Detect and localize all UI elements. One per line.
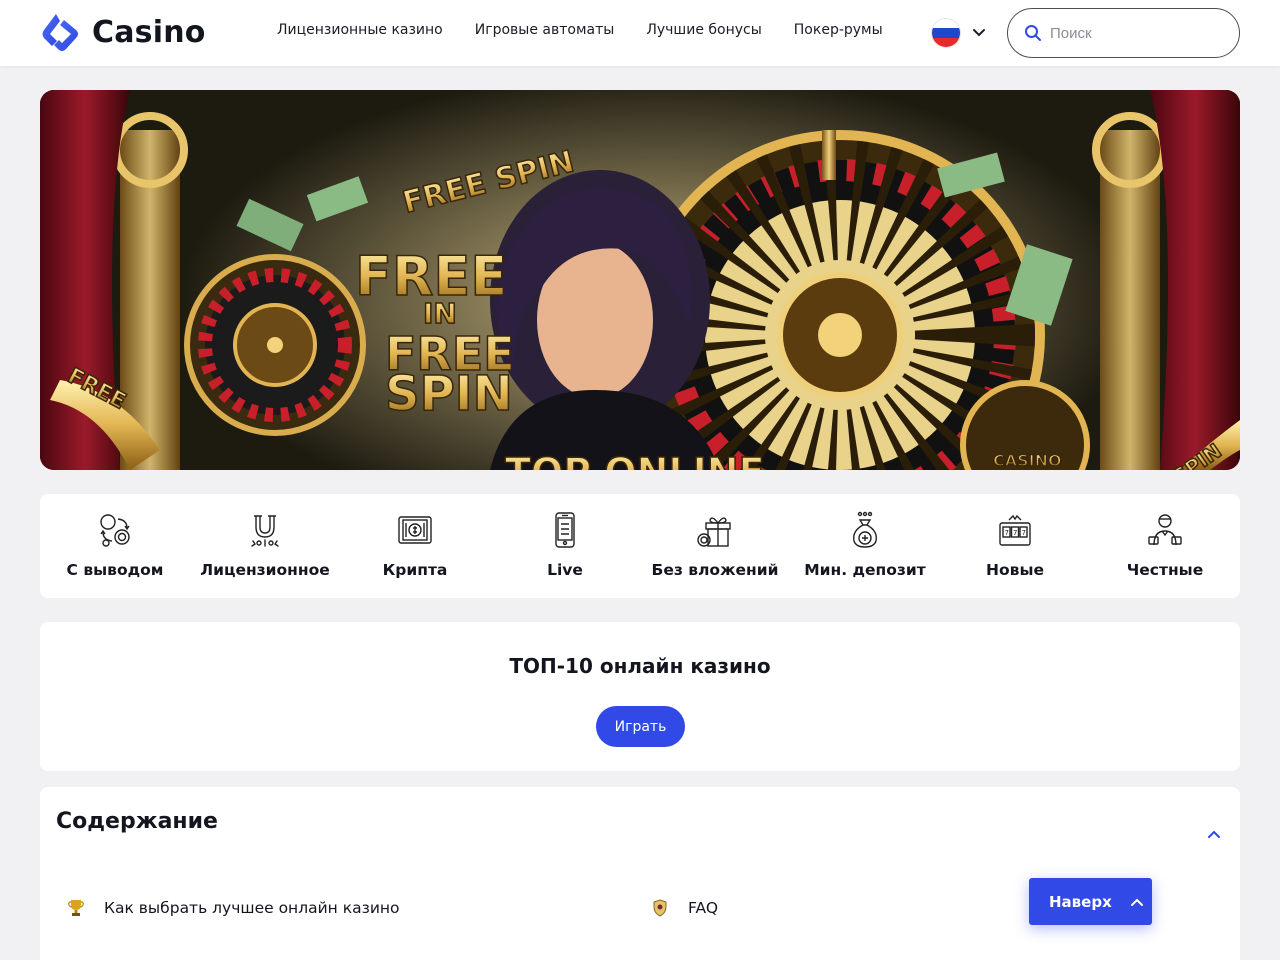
horseshoe-icon bbox=[251, 515, 279, 547]
svg-text:7: 7 bbox=[1005, 529, 1009, 537]
nav-poker-rooms[interactable]: Покер-румы bbox=[794, 22, 883, 38]
promo-banner[interactable]: FREE SPIN FREE IN FREE SPIN TOP ONLINE F… bbox=[40, 90, 1240, 470]
category-licensed[interactable]: Лицензионное bbox=[190, 494, 340, 598]
site-header: Casino Лицензионные казино Игровые автом… bbox=[0, 0, 1280, 66]
back-to-top-button[interactable]: Наверх bbox=[1029, 878, 1152, 925]
toc-item-label: Как выбрать лучшее онлайн казино bbox=[104, 899, 400, 917]
nav-best-bonuses[interactable]: Лучшие бонусы bbox=[646, 22, 761, 38]
shield-icon bbox=[653, 899, 667, 917]
nav-slot-machines[interactable]: Игровые автоматы bbox=[475, 22, 615, 38]
search-icon bbox=[1025, 25, 1041, 41]
top10-title: ТОП-10 онлайн казино bbox=[509, 654, 771, 678]
trophy-icon bbox=[68, 900, 84, 916]
russia-flag-icon bbox=[932, 19, 960, 47]
category-min-deposit[interactable]: Мин. депозит bbox=[790, 494, 940, 598]
category-label: Live bbox=[547, 561, 583, 579]
gift-icon bbox=[697, 517, 731, 547]
dealer-icon bbox=[1148, 514, 1182, 546]
category-label: С выводом bbox=[66, 561, 164, 579]
category-fair[interactable]: Честные bbox=[1090, 494, 1240, 598]
svg-text:7: 7 bbox=[1022, 529, 1026, 537]
category-label: Лицензионное bbox=[200, 561, 330, 579]
search-input[interactable] bbox=[1050, 24, 1220, 42]
toc-title: Содержание bbox=[56, 809, 218, 834]
svg-text:7: 7 bbox=[1013, 529, 1017, 537]
toc-item-how-to-choose[interactable]: Как выбрать лучшее онлайн казино bbox=[68, 899, 400, 917]
top10-section: ТОП-10 онлайн казино Играть bbox=[40, 622, 1240, 771]
category-label: Крипта bbox=[382, 561, 448, 579]
category-new[interactable]: 7 7 7 Новые bbox=[940, 494, 1090, 598]
language-selector[interactable] bbox=[932, 19, 986, 47]
category-label: Без вложений bbox=[651, 561, 779, 579]
table-of-contents: Содержание Как выбрать лучшее онлайн каз… bbox=[40, 787, 1240, 960]
chevron-down-icon bbox=[973, 29, 985, 37]
category-no-deposit[interactable]: Без вложений bbox=[640, 494, 790, 598]
category-label: Новые bbox=[986, 561, 1044, 579]
category-with-withdrawal[interactable]: С выводом bbox=[40, 494, 190, 598]
banner-text-in: IN bbox=[423, 297, 457, 330]
category-bar: С выводом Лицензионное Крипта Live Без в… bbox=[40, 494, 1240, 598]
banner-text-casino: CASINO bbox=[993, 451, 1062, 470]
banner-text-top-online: TOP ONLINE bbox=[505, 450, 765, 470]
category-crypto[interactable]: Крипта bbox=[340, 494, 490, 598]
toc-item-faq[interactable]: FAQ bbox=[652, 899, 718, 917]
banner-text-spin: SPIN bbox=[385, 366, 513, 422]
search-box[interactable] bbox=[1007, 8, 1240, 58]
logo-icon bbox=[42, 14, 78, 51]
toc-item-label: FAQ bbox=[688, 899, 719, 917]
chevron-up-icon bbox=[1130, 898, 1143, 906]
logo-text: Casino bbox=[92, 14, 206, 50]
coins-exchange-icon bbox=[100, 514, 130, 547]
money-bag-icon bbox=[853, 511, 877, 548]
back-to-top-label: Наверх bbox=[1049, 892, 1112, 911]
banner-illustration: FREE SPIN FREE IN FREE SPIN TOP ONLINE F… bbox=[40, 90, 1240, 470]
cash-icon bbox=[398, 516, 432, 544]
category-label: Мин. депозит bbox=[804, 561, 926, 579]
site-logo[interactable]: Casino bbox=[40, 12, 206, 52]
main-nav: Лицензионные казино Игровые автоматы Луч… bbox=[277, 22, 915, 38]
category-live[interactable]: Live bbox=[490, 494, 640, 598]
chevron-up-icon[interactable] bbox=[1207, 829, 1221, 839]
mobile-phone-icon bbox=[555, 512, 575, 548]
category-label: Честные bbox=[1126, 561, 1204, 579]
play-button[interactable]: Играть bbox=[596, 706, 685, 747]
nav-licensed-casinos[interactable]: Лицензионные казино bbox=[277, 22, 443, 38]
slot-machine-icon: 7 7 7 bbox=[999, 514, 1031, 546]
